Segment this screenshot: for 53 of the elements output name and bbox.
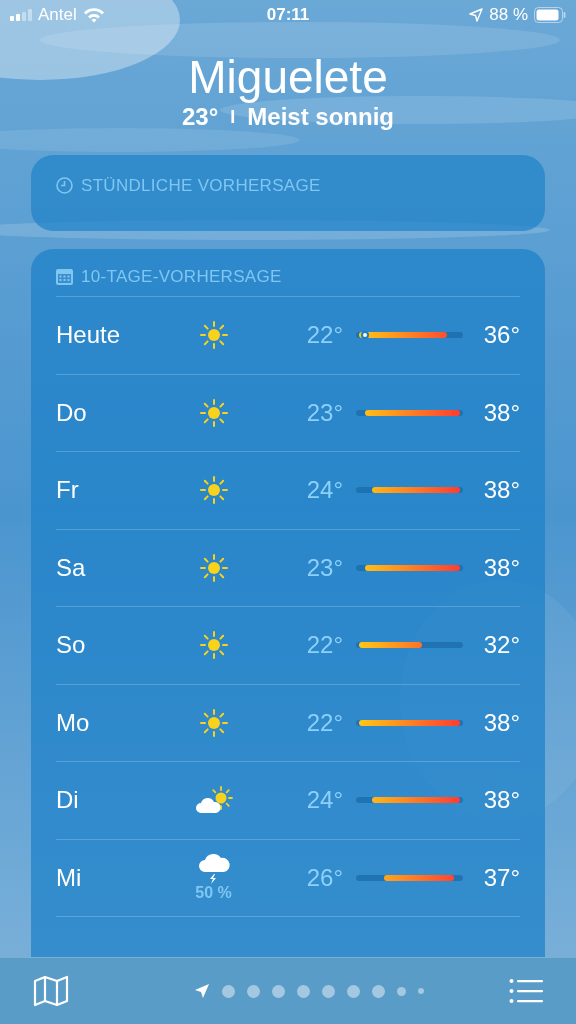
high-temperature: 32°: [482, 630, 520, 661]
day-label: Heute: [56, 320, 122, 351]
low-temperature: 24°: [305, 785, 343, 816]
sun-icon: [199, 476, 228, 505]
low-temperature: 23°: [305, 397, 343, 428]
high-temperature: 38°: [482, 707, 520, 738]
high-temperature: 38°: [482, 475, 520, 506]
high-temperature: 38°: [482, 397, 520, 428]
carrier-name: Antel: [38, 4, 77, 27]
day-label: Fr: [56, 475, 80, 506]
day-label: Sa: [56, 552, 87, 583]
battery-icon: [534, 7, 566, 23]
low-temperature: 26°: [305, 862, 343, 893]
low-temperature: 22°: [305, 707, 343, 738]
day-label: Mi: [56, 862, 83, 893]
clock-icon: [56, 177, 73, 195]
sun-icon: [199, 398, 228, 427]
weather-condition: Meist sonnig: [247, 103, 394, 131]
clock-time: 07:11: [266, 4, 310, 27]
sun-behind-cloud-icon: [194, 786, 233, 815]
section-title: STÜNDLICHE VORHERSAGE: [81, 175, 321, 197]
day-label: Mo: [56, 707, 91, 738]
temperature-range-bar: [384, 874, 454, 881]
calendar-icon: [56, 268, 73, 285]
location-page-icon[interactable]: [194, 983, 210, 999]
high-temperature: 38°: [482, 552, 520, 583]
high-temperature: 38°: [482, 785, 520, 816]
wifi-icon: [82, 7, 105, 23]
separator-text: I: [230, 106, 236, 129]
location-arrow-icon: [469, 8, 484, 22]
section-title: 10-TAGE-VORHERSAGE: [81, 265, 282, 288]
precipitation-chance: 50 %: [195, 883, 232, 902]
low-temperature: 22°: [305, 320, 343, 351]
battery-percentage: 88 %: [489, 4, 528, 27]
day-label: Di: [56, 785, 80, 816]
sun-icon: [199, 631, 228, 660]
city-name: Miguelete: [188, 51, 388, 103]
low-temperature: 23°: [305, 552, 343, 583]
sun-icon: [199, 708, 228, 737]
high-temperature: 36°: [482, 320, 520, 351]
map-icon[interactable]: [33, 975, 69, 1007]
high-temperature: 37°: [482, 862, 520, 893]
temperature-range-bar: [359, 642, 423, 649]
day-label: Do: [56, 397, 88, 428]
sun-icon: [199, 553, 228, 582]
signal-icon: [10, 9, 32, 21]
thunder-cloud-icon: [197, 853, 230, 884]
list-icon[interactable]: [509, 978, 543, 1004]
low-temperature: 24°: [305, 475, 343, 506]
low-temperature: 22°: [305, 630, 343, 661]
sun-icon: [199, 321, 228, 350]
day-label: So: [56, 630, 87, 661]
current-temperature: 23°: [182, 103, 219, 131]
